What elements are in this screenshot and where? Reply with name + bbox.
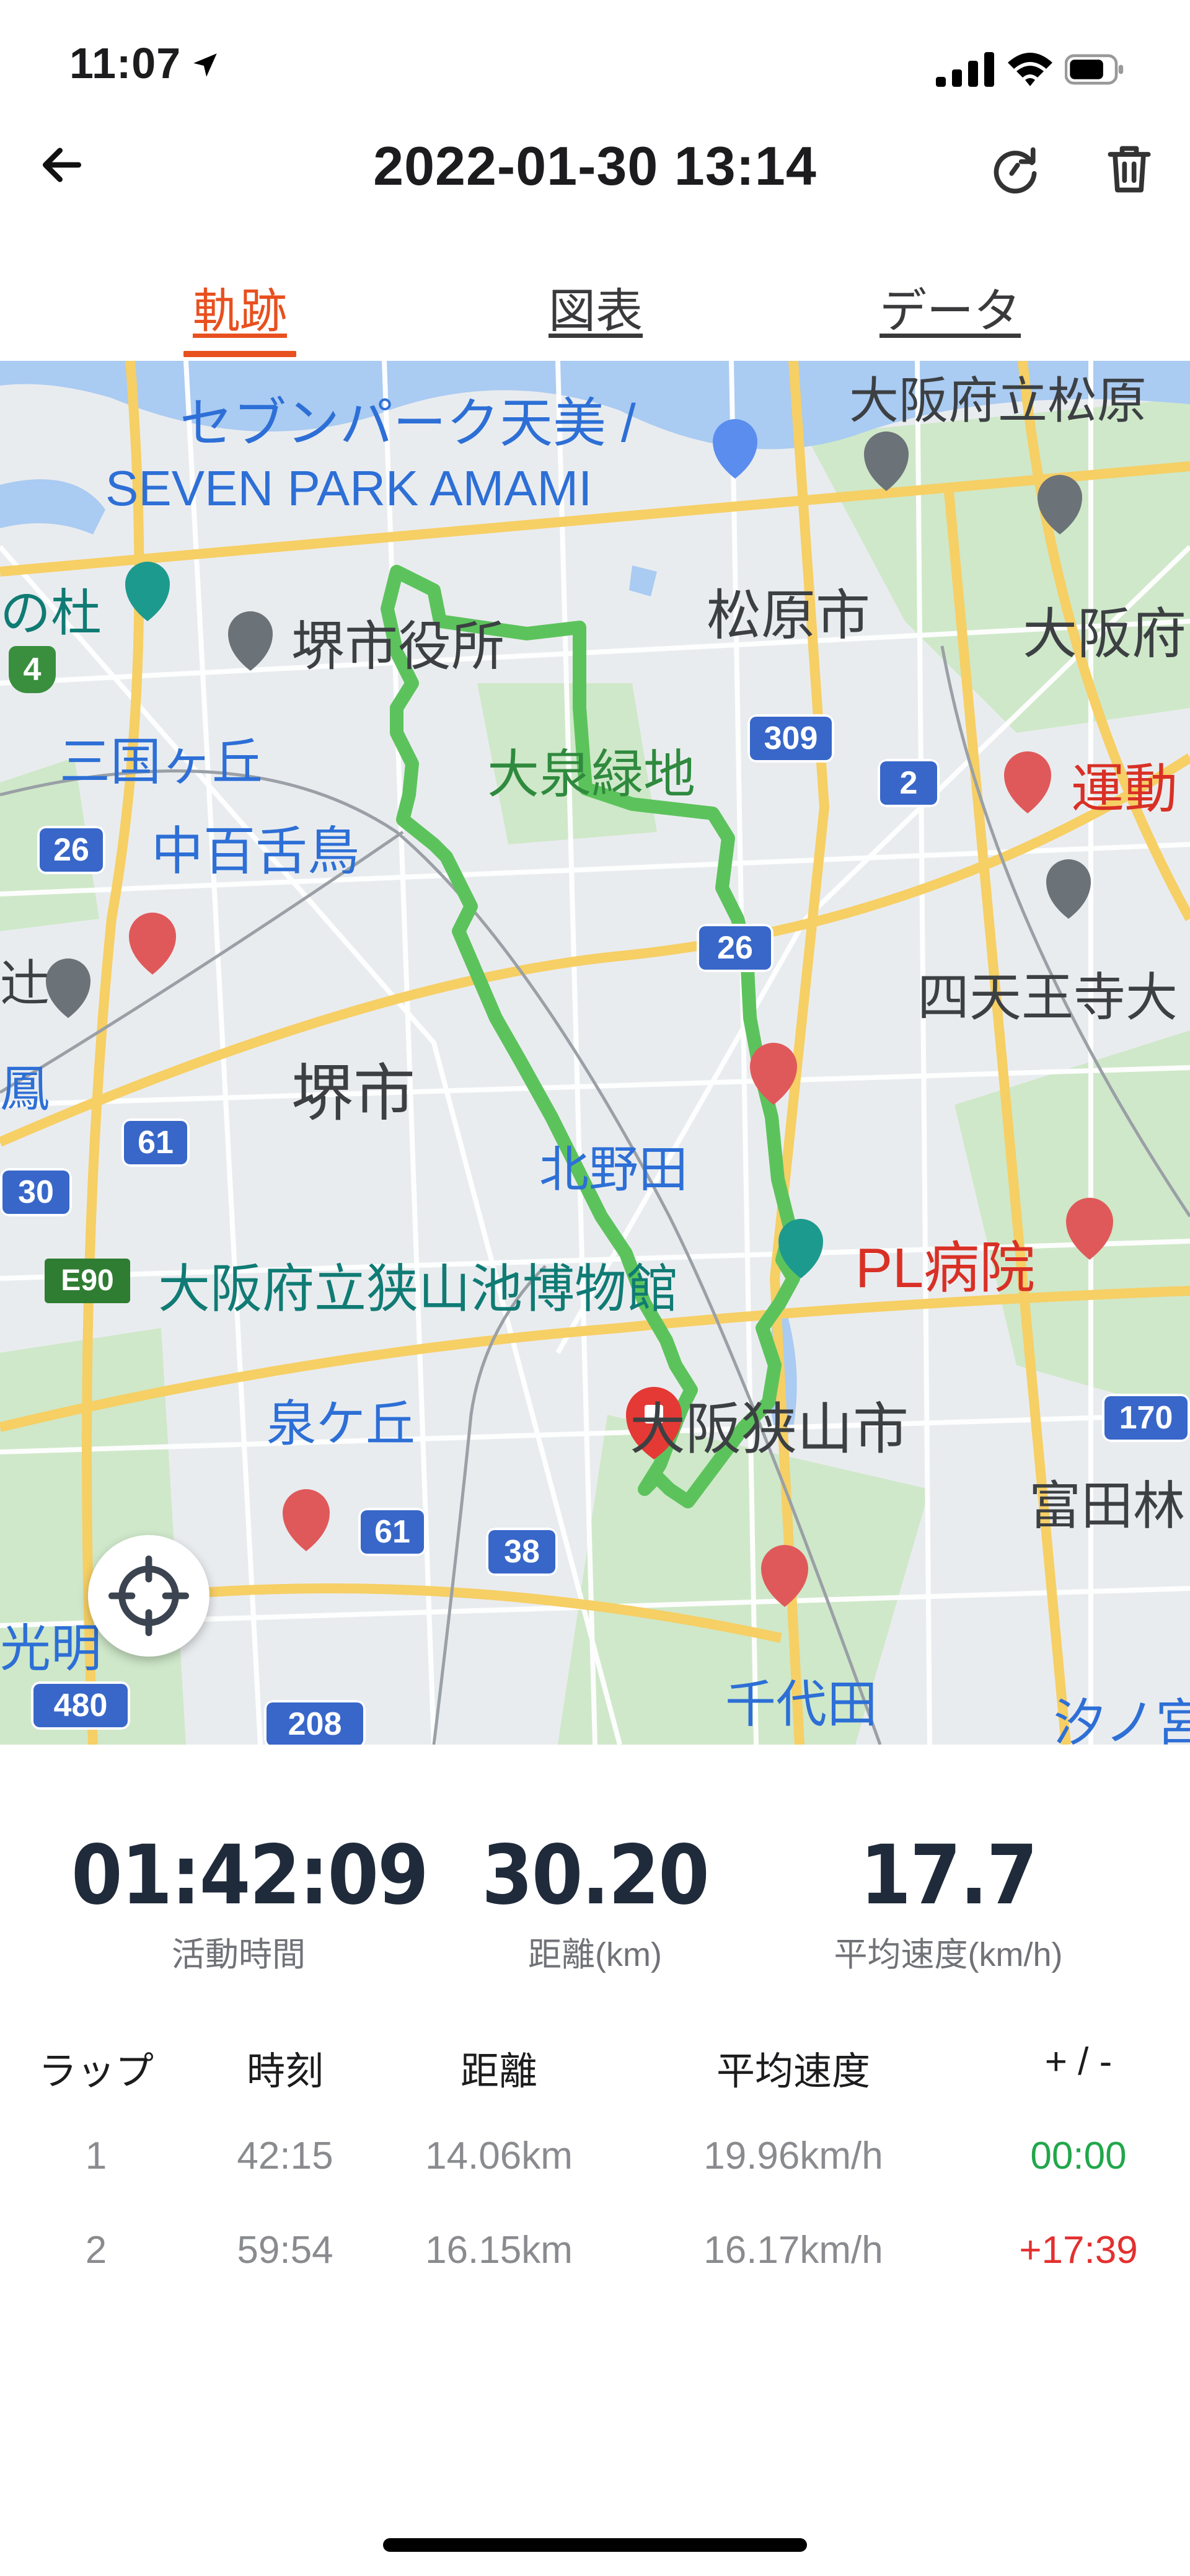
status-bar: 11:07: [0, 0, 1190, 136]
lap-2-number: 2: [85, 2229, 107, 2272]
map-label-partial-tsuji: 辻: [0, 956, 50, 1011]
map-label-kitanoda: 北野田: [539, 1142, 688, 1197]
road-badge-38: 38: [486, 1528, 558, 1576]
map-label-daisen-park: 大泉緑地: [487, 745, 696, 803]
road-badge-e90: E90: [45, 1259, 130, 1303]
lap-2-time: 59:54: [237, 2229, 333, 2272]
lap-header-lap: ラップ: [38, 2050, 154, 2093]
map-label-seven-park-en: SEVEN PARK AMAMI: [105, 461, 593, 516]
route-map[interactable]: セブンパーク天美 / SEVEN PARK AMAMI 大阪府立松原 の杜 堺市…: [0, 361, 1190, 1745]
location-arrow-icon: [193, 53, 217, 77]
map-label-shinomiya: 汐ノ宮: [1054, 1695, 1190, 1745]
road-badge-61-south: 61: [358, 1508, 426, 1556]
map-label-tondabayashi: 富田林: [1029, 1477, 1186, 1535]
avg-speed-label: 平均速度(km/h): [834, 1936, 1063, 1973]
map-label-izumigaoka: 泉ケ丘: [267, 1396, 415, 1451]
trash-icon: [1108, 146, 1151, 193]
active-tab-indicator: [183, 351, 296, 357]
road-badge-61-north: 61: [121, 1118, 190, 1167]
lap-1-number: 1: [85, 2135, 107, 2177]
lap-1-speed: 19.96km/h: [703, 2135, 883, 2177]
lap-2-speed: 16.17km/h: [703, 2229, 883, 2272]
map-label-no-mori: の杜: [0, 585, 102, 642]
refresh-button[interactable]: [984, 140, 1046, 202]
locate-button[interactable]: [88, 1535, 209, 1657]
signal-icon: [936, 52, 994, 87]
lap-1-distance: 14.06km: [425, 2135, 573, 2177]
map-label-seven-park: セブンパーク天美 /: [180, 394, 636, 453]
lap-1-time: 42:15: [237, 2135, 333, 2177]
battery-icon: [1065, 54, 1124, 85]
tab-track[interactable]: 軌跡: [183, 273, 296, 341]
lap-header-distance: 距離: [460, 2050, 537, 2093]
road-badge-30: 30: [0, 1168, 72, 1216]
lap-2-diff: +17:39: [1019, 2229, 1138, 2272]
map-label-naka-mozu: 中百舌鳥: [151, 822, 360, 880]
lap-2-distance: 16.15km: [425, 2229, 573, 2272]
crosshair-icon: [108, 1556, 189, 1636]
road-badge-26-west: 26: [37, 826, 105, 874]
avg-speed-value: 17.7: [860, 1828, 1038, 1923]
stat-distance: 30.20 距離(km): [428, 1829, 762, 1976]
road-badge-4: 4: [9, 646, 56, 693]
stat-avg-speed: 17.7 平均速度(km/h): [781, 1829, 1116, 1976]
stat-duration: 01:42:09 活動時間: [71, 1828, 429, 1976]
duration-value: 01:42:09: [71, 1828, 429, 1923]
map-label-undo: 運動: [1071, 759, 1178, 819]
lap-header-diff: + / -: [1044, 2040, 1113, 2083]
road-badge-2: 2: [878, 759, 940, 807]
map-canvas: [0, 361, 1190, 1745]
lap-1-diff: 00:00: [1030, 2135, 1127, 2177]
map-label-sakai-shi: 堺市: [291, 1059, 415, 1128]
tab-chart[interactable]: 図表: [539, 273, 652, 341]
map-label-shitennoji: 四天王寺大: [917, 968, 1178, 1027]
map-label-komyo: 光明: [0, 1621, 102, 1677]
map-label-sakai-city-hall: 堺市役所: [291, 617, 505, 676]
wifi-icon: [1008, 53, 1052, 86]
road-badge-26-east: 26: [697, 924, 774, 972]
road-badge-170: 170: [1102, 1394, 1190, 1442]
status-time: 11:07: [69, 39, 182, 87]
map-label-osaka-matsubara: 大阪府立松原: [849, 373, 1147, 428]
home-indicator[interactable]: [383, 2538, 807, 2552]
road-badge-309: 309: [747, 714, 834, 763]
map-label-matsubara-city: 松原市: [707, 585, 871, 646]
refresh-icon: [994, 147, 1037, 194]
map-label-osaka-sayama: 大阪狭山市: [630, 1399, 909, 1461]
lap-header-speed: 平均速度: [716, 2050, 870, 2093]
distance-label: 距離(km): [528, 1936, 662, 1973]
map-label-mikunigaoka: 三国ヶ丘: [60, 734, 263, 790]
distance-value: 30.20: [482, 1828, 710, 1923]
map-label-pl-hospital: PL病院: [855, 1237, 1036, 1299]
map-label-sayamaike-museum: 大阪府立狭山池博物館: [158, 1260, 679, 1318]
lap-header-time: 時刻: [246, 2050, 324, 2093]
road-badge-208: 208: [264, 1700, 366, 1745]
duration-label: 活動時間: [172, 1936, 306, 1973]
map-label-partial-otori: 鳳: [0, 1061, 50, 1117]
map-label-chiyoda: 千代田: [725, 1676, 878, 1733]
tab-data[interactable]: データ: [874, 273, 1026, 341]
delete-button[interactable]: [1098, 138, 1160, 200]
map-label-osaka-fu: 大阪府: [1023, 603, 1187, 665]
road-badge-480: 480: [31, 1681, 130, 1730]
